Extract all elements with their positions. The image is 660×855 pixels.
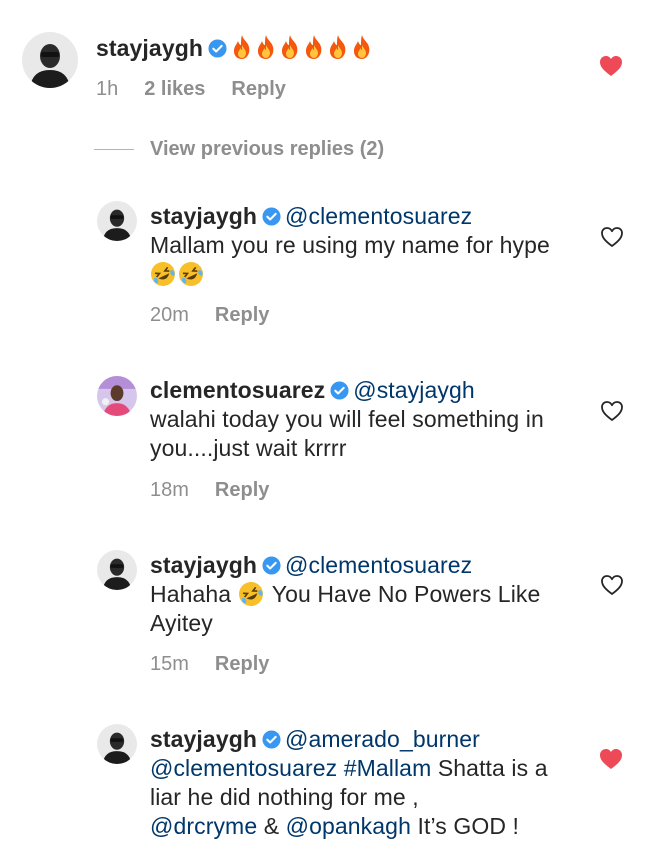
reply-body-end: It’s GOD ! xyxy=(417,813,520,839)
reply-text: stayjaygh @clementosuarez Hahaha You Have… xyxy=(150,551,570,638)
fire-emoji-icon xyxy=(255,34,277,60)
reply-button[interactable]: Reply xyxy=(215,479,269,501)
view-previous-label[interactable]: View previous replies (2) xyxy=(150,138,384,160)
reply-button[interactable]: Reply xyxy=(215,304,269,326)
avatar-stayjaygh[interactable] xyxy=(22,32,78,88)
like-heart-outline-icon[interactable] xyxy=(600,400,624,422)
like-heart-outline-icon[interactable] xyxy=(600,574,624,596)
comment-text: stayjaygh xyxy=(96,34,616,63)
mention-link[interactable]: @clementosuarez xyxy=(150,755,337,781)
like-heart-filled-icon[interactable] xyxy=(599,55,623,77)
like-heart-outline-icon[interactable] xyxy=(600,226,624,248)
reply-time: 15m xyxy=(150,653,189,675)
profile-photo-icon xyxy=(97,550,137,590)
mention-link[interactable]: @opankagh xyxy=(286,813,411,839)
view-previous-replies[interactable]: View previous replies (2) xyxy=(94,138,384,161)
username[interactable]: stayjaygh xyxy=(150,726,257,752)
divider-line xyxy=(94,149,134,151)
verified-badge-icon xyxy=(208,39,227,58)
likes-count[interactable]: 2 likes xyxy=(144,78,205,100)
reply-text: clementosuarez @stayjaygh walahi today yo… xyxy=(150,376,590,463)
username[interactable]: stayjaygh xyxy=(96,35,203,61)
ampersand-text: & xyxy=(263,813,280,839)
mention-link[interactable]: @clementosuarez xyxy=(285,203,472,229)
username[interactable]: stayjaygh xyxy=(150,552,257,578)
profile-photo-icon xyxy=(97,201,137,241)
mention-link[interactable]: @amerado_burner xyxy=(285,726,480,752)
rolling-laughing-emoji-icon xyxy=(150,261,176,287)
reply-button[interactable]: Reply xyxy=(231,78,285,100)
fire-emoji-icon xyxy=(231,34,253,60)
reply-meta: 15m Reply xyxy=(150,653,269,676)
avatar-stayjaygh[interactable] xyxy=(97,550,137,590)
fire-emoji-icon xyxy=(279,34,301,60)
mention-link[interactable]: @stayjaygh xyxy=(353,377,475,403)
reply-time: 20m xyxy=(150,304,189,326)
reply-button[interactable]: Reply xyxy=(215,653,269,675)
avatar-stayjaygh[interactable] xyxy=(97,724,137,764)
reply-body: walahi today you will feel something in … xyxy=(150,406,544,461)
verified-badge-icon xyxy=(330,381,349,400)
like-heart-filled-icon[interactable] xyxy=(599,748,623,770)
profile-photo-icon xyxy=(22,32,78,88)
verified-badge-icon xyxy=(262,730,281,749)
reply-text: stayjaygh @clementosuarez Mallam you re u… xyxy=(150,202,570,289)
reply-text: stayjaygh @amerado_burner @clementosuarez… xyxy=(150,725,570,841)
fire-emoji-icon xyxy=(303,34,325,60)
mention-link[interactable]: @clementosuarez xyxy=(285,552,472,578)
reply-body: Mallam you re using my name for hype xyxy=(150,232,550,258)
reply-meta: 18m Reply xyxy=(150,479,269,502)
rolling-laughing-emoji-icon xyxy=(178,261,204,287)
reply-meta: 20m Reply xyxy=(150,304,269,327)
fire-emoji-row xyxy=(231,35,375,61)
username[interactable]: clementosuarez xyxy=(150,377,325,403)
rolling-laughing-emoji-icon xyxy=(238,581,264,607)
reply-body-start: Hahaha xyxy=(150,581,232,607)
fire-emoji-icon xyxy=(351,34,373,60)
verified-badge-icon xyxy=(262,207,281,226)
hashtag-link[interactable]: #Mallam xyxy=(344,755,432,781)
avatar-clementosuarez[interactable] xyxy=(97,376,137,416)
comment-meta: 1h 2 likes Reply xyxy=(96,78,286,101)
profile-photo-icon xyxy=(97,376,137,416)
comment-time: 1h xyxy=(96,78,119,100)
avatar-stayjaygh[interactable] xyxy=(97,201,137,241)
verified-badge-icon xyxy=(262,556,281,575)
reply-time: 18m xyxy=(150,479,189,501)
fire-emoji-icon xyxy=(327,34,349,60)
mention-link[interactable]: @drcryme xyxy=(150,813,257,839)
username[interactable]: stayjaygh xyxy=(150,203,257,229)
profile-photo-icon xyxy=(97,724,137,764)
